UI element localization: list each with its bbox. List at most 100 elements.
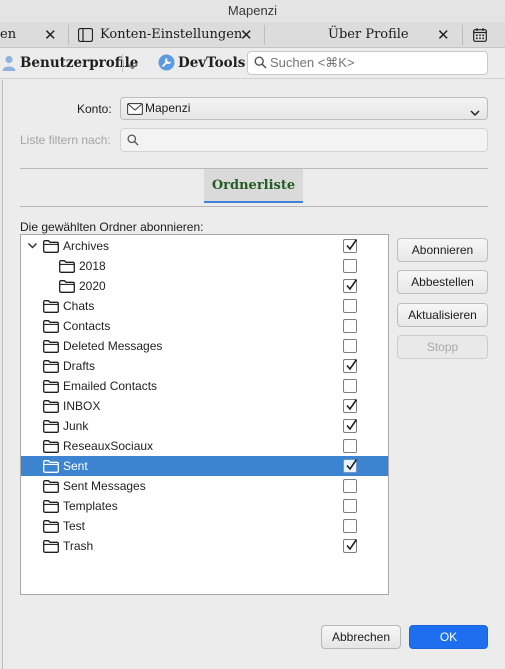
- folder-row[interactable]: Drafts: [21, 356, 388, 376]
- tab-folder-list[interactable]: Ordnerliste: [204, 169, 303, 203]
- tab-close-icon[interactable]: ✕: [437, 22, 450, 48]
- folder-row[interactable]: ReseauxSociaux: [21, 436, 388, 456]
- folder-name: Sent: [63, 459, 88, 473]
- subscribe-checkbox[interactable]: [343, 379, 357, 393]
- folder-tree[interactable]: Archives 2018 2020 Chats Contacts Deleted Mes…: [20, 234, 389, 595]
- subscribe-checkbox[interactable]: [343, 519, 357, 533]
- folder-icon: [43, 240, 59, 256]
- folder-row[interactable]: Contacts: [21, 316, 388, 336]
- folder-name: Templates: [63, 499, 118, 513]
- tab-previous-label[interactable]: en: [0, 22, 16, 48]
- folder-name: 2018: [79, 259, 106, 273]
- divider: [20, 206, 488, 207]
- folder-name: Trash: [63, 539, 94, 553]
- subscribe-checkbox[interactable]: [343, 399, 358, 413]
- folder-name: Drafts: [63, 359, 96, 373]
- folder-row[interactable]: Chats: [21, 296, 388, 316]
- devtools-button[interactable]: DevTools: [178, 53, 245, 73]
- folder-row[interactable]: Emailed Contacts: [21, 376, 388, 396]
- settings-page-icon: [77, 27, 94, 45]
- folder-row[interactable]: Test: [21, 516, 388, 536]
- folder-icon: [59, 260, 75, 276]
- account-select[interactable]: Mapenzi: [120, 97, 488, 120]
- toolbar-separator: [122, 54, 123, 72]
- subscribe-checkbox[interactable]: [343, 459, 358, 473]
- tab-separator: [462, 25, 463, 45]
- folder-icon: [43, 380, 59, 396]
- mail-account-icon: [127, 103, 143, 118]
- tab-separator: [264, 25, 265, 45]
- subscribe-checkbox[interactable]: [343, 339, 357, 353]
- folder-icon: [43, 500, 59, 516]
- folder-name: ReseauxSociaux: [63, 439, 154, 453]
- folder-name: Test: [63, 519, 86, 533]
- calendar-icon[interactable]: [473, 28, 487, 45]
- account-label: Konto:: [77, 102, 112, 116]
- chevron-down-icon[interactable]: [127, 59, 138, 73]
- cancel-button[interactable]: Abbrechen: [321, 625, 401, 649]
- folder-icon: [43, 340, 59, 356]
- folder-name: 2020: [79, 279, 106, 293]
- search-input[interactable]: Suchen <⌘K>: [247, 51, 488, 75]
- folder-row[interactable]: Deleted Messages: [21, 336, 388, 356]
- folder-row[interactable]: 2018: [21, 256, 388, 276]
- filter-input[interactable]: [120, 128, 488, 152]
- folder-row[interactable]: INBOX: [21, 396, 388, 416]
- filter-label: Liste filtern nach:: [20, 133, 111, 147]
- ok-button[interactable]: OK: [409, 625, 488, 649]
- subscribe-checkbox[interactable]: [343, 359, 358, 373]
- unsubscribe-button[interactable]: Abbestellen: [397, 270, 488, 294]
- subscribe-dialog: Konto: Mapenzi Liste filtern nach: Ordne…: [2, 80, 505, 669]
- subscribe-checkbox[interactable]: [343, 419, 358, 433]
- folder-row[interactable]: Trash: [21, 536, 388, 556]
- expand-chevron-icon[interactable]: [27, 240, 38, 254]
- folder-icon: [43, 520, 59, 536]
- subscribe-checkbox[interactable]: [343, 299, 357, 313]
- subscribe-button[interactable]: Abonnieren: [397, 238, 488, 262]
- tab-about-profiles[interactable]: Über Profile: [328, 22, 409, 48]
- folder-name: Emailed Contacts: [63, 379, 158, 393]
- folder-name: Deleted Messages: [63, 339, 163, 353]
- folder-icon: [43, 400, 59, 416]
- folder-icon: [43, 540, 59, 556]
- subscribe-checkbox[interactable]: [343, 259, 357, 273]
- search-icon: [127, 134, 139, 149]
- folder-icon: [43, 440, 59, 456]
- search-placeholder: Suchen <⌘K>: [270, 55, 355, 70]
- refresh-button[interactable]: Aktualisieren: [397, 303, 488, 327]
- tab-close-icon[interactable]: ✕: [240, 22, 253, 48]
- tab-separator: [68, 25, 69, 45]
- tab-bar: en ✕ Konten-Einstellungen ✕ Über Profile…: [0, 22, 505, 48]
- folder-icon: [43, 480, 59, 496]
- toolbar: Benutzerprofile DevTools Suchen <⌘K>: [0, 48, 505, 79]
- folder-name: Archives: [63, 239, 110, 253]
- folder-row[interactable]: Templates: [21, 496, 388, 516]
- folder-icon: [43, 320, 59, 336]
- subscribe-checkbox[interactable]: [343, 479, 357, 493]
- folder-row[interactable]: Sent Messages: [21, 476, 388, 496]
- account-value: Mapenzi: [145, 101, 191, 115]
- subscribe-checkbox[interactable]: [343, 499, 357, 513]
- subscribe-checkbox[interactable]: [343, 539, 358, 553]
- window-title: Mapenzi: [0, 0, 505, 22]
- stop-button: Stopp: [397, 335, 488, 359]
- chevron-down-icon: [470, 106, 480, 120]
- subscribe-heading: Die gewählten Ordner abonnieren:: [20, 220, 204, 234]
- tab-account-settings[interactable]: Konten-Einstellungen: [100, 22, 242, 48]
- folder-row[interactable]: 2020: [21, 276, 388, 296]
- folder-row[interactable]: Archives: [21, 236, 388, 256]
- folder-name: INBOX: [63, 399, 101, 413]
- tab-close-icon[interactable]: ✕: [44, 22, 57, 48]
- subscribe-checkbox[interactable]: [343, 239, 358, 253]
- folder-name: Sent Messages: [63, 479, 146, 493]
- folder-icon: [43, 300, 59, 316]
- folder-icon: [43, 420, 59, 436]
- folder-icon: [43, 460, 59, 476]
- folder-row[interactable]: Sent: [21, 456, 388, 476]
- profiles-button[interactable]: Benutzerprofile: [20, 53, 138, 73]
- subscribe-checkbox[interactable]: [343, 319, 357, 333]
- subscribe-checkbox[interactable]: [343, 439, 357, 453]
- subscribe-checkbox[interactable]: [343, 279, 358, 293]
- search-icon: [254, 56, 267, 72]
- folder-row[interactable]: Junk: [21, 416, 388, 436]
